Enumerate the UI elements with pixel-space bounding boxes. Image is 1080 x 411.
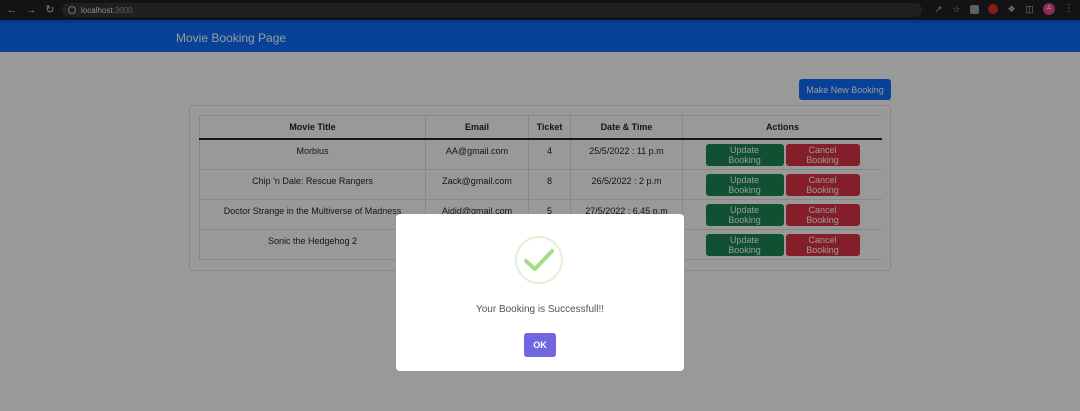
- success-check-icon: [515, 236, 563, 284]
- ok-button[interactable]: OK: [524, 333, 556, 357]
- success-dialog: Your Booking is Successfull!! OK: [396, 214, 684, 371]
- dialog-message: Your Booking is Successfull!!: [475, 304, 605, 315]
